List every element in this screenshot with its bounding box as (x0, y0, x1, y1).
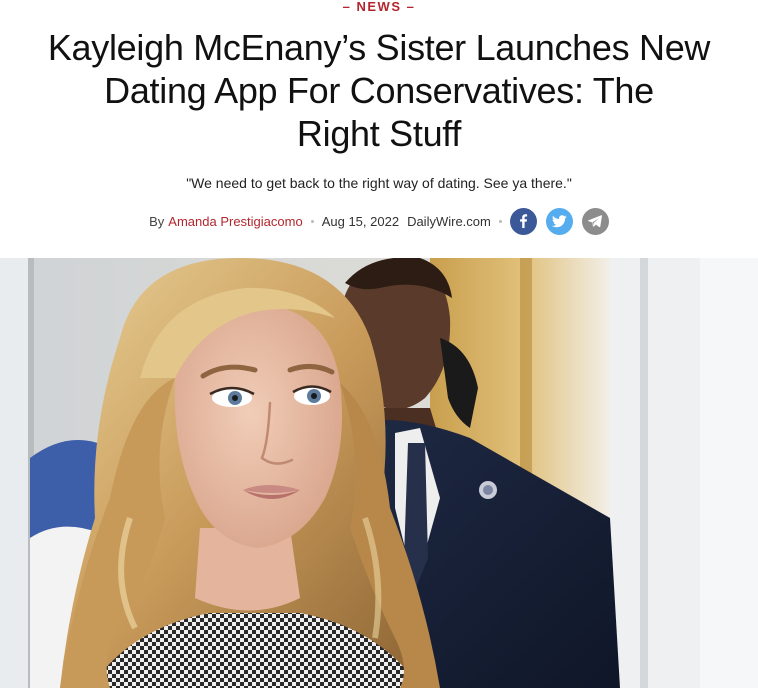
headline-line: Kayleigh McEnany’s Sister Launches New (47, 27, 711, 68)
share-facebook-button[interactable] (509, 207, 537, 235)
facebook-icon (520, 214, 528, 228)
share-twitter-button[interactable] (545, 207, 573, 235)
headline-line: Dating App For Conservatives: The (104, 70, 654, 111)
telegram-icon (588, 214, 603, 227)
byline-prefix: By (149, 213, 165, 229)
author-link[interactable]: Amanda Prestigiacomo (168, 214, 302, 229)
publish-date: Aug 15, 2022 (321, 213, 400, 229)
byline: By Amanda Prestigiacomo Aug 15, 2022 Dai… (0, 207, 758, 235)
twitter-icon (551, 214, 567, 227)
hero-photo-illustration (0, 258, 758, 688)
subhead: "We need to get back to the right way of… (186, 175, 572, 191)
separator-dot (498, 219, 502, 223)
separator-dot (310, 219, 314, 223)
headline-line: Right Stuff (296, 113, 462, 154)
article-header: – NEWS – Kayleigh McEnany’s Sister Launc… (0, 0, 758, 258)
share-telegram-button[interactable] (581, 207, 609, 235)
headline: Kayleigh McEnany’s Sister Launches New D… (0, 26, 758, 155)
hero-photo (0, 258, 758, 688)
section-label[interactable]: – NEWS – (0, 0, 758, 14)
source-name: DailyWire.com (407, 213, 491, 229)
